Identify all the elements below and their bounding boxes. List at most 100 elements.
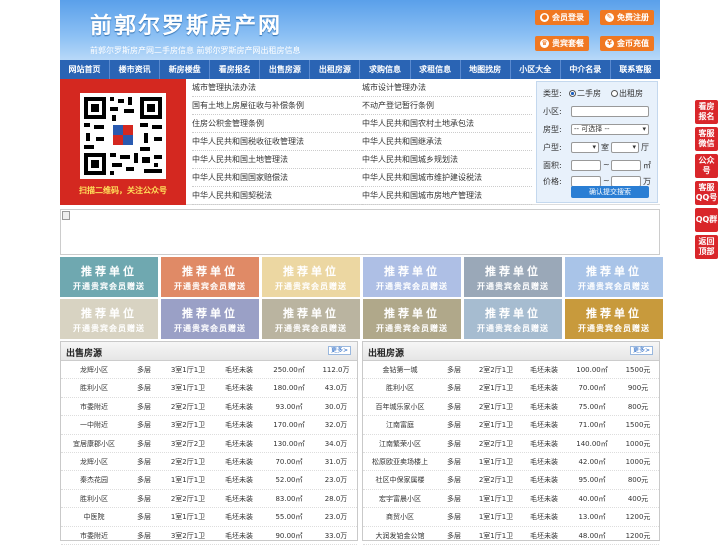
table-row[interactable]: 龙辉小区 多层 3室1厅1卫 毛坯未装 250.00㎡ 112.0万 (61, 361, 357, 380)
free-register-button[interactable]: ✎ 免费注册 (600, 10, 654, 25)
law-link[interactable]: 中华人民共和国城市房地产管理法 (362, 187, 532, 205)
table-row[interactable]: 市委附近 多层 2室2厅1卫 毛坯未装 93.00㎡ 30.0万 (61, 398, 357, 417)
nav-item[interactable]: 求购信息 (360, 60, 411, 79)
cell: 江南繁荣小区 (379, 439, 421, 448)
nav-item[interactable]: 出租房源 (310, 60, 361, 79)
recommended-unit-tile[interactable]: 推荐单位 开通贵宾会员赠送 (161, 299, 259, 339)
banner-ad[interactable] (60, 209, 660, 255)
sale-more-link[interactable]: 更多> (327, 346, 351, 355)
recommended-unit-tile[interactable]: 推荐单位 开通贵宾会员赠送 (363, 257, 461, 297)
rent-more-link[interactable]: 更多> (629, 346, 653, 355)
recommended-unit-tile[interactable]: 推荐单位 开通贵宾会员赠送 (262, 299, 360, 339)
room-select[interactable] (571, 142, 599, 153)
table-row[interactable]: 宜居康郡小区 多层 3室2厅2卫 毛坯未装 130.00㎡ 34.0万 (61, 435, 357, 453)
nav-item[interactable]: 联系客服 (611, 60, 660, 79)
table-row[interactable]: 秦杰花园 多层 1室1厅1卫 毛坯未装 52.00㎡ 23.0万 (61, 471, 357, 490)
vip-package-button[interactable]: ♛ 贵宾套餐 (535, 36, 589, 51)
nav-item[interactable]: 看房报名 (210, 60, 261, 79)
table-row[interactable]: 金钻第一城 多层 2室2厅1卫 毛坯未装 100.00㎡ 1500元 (363, 361, 659, 380)
table-row[interactable]: 市委附近 多层 3室2厅1卫 毛坯未装 90.00㎡ 33.0万 (61, 527, 357, 545)
table-row[interactable]: 一中附近 多层 3室2厅1卫 毛坯未装 170.00㎡ 32.0万 (61, 416, 357, 435)
float-button[interactable]: QQ群 (695, 208, 718, 232)
cell: 2室2厅1卫 (478, 366, 514, 374)
housetype-select[interactable]: -- 可选择 -- (571, 124, 649, 135)
recommended-unit-tile[interactable]: 推荐单位 开通贵宾会员赠送 (565, 299, 663, 339)
table-row[interactable]: 龙辉小区 多层 2室2厅1卫 毛坯未装 70.00㎡ 31.0万 (61, 453, 357, 472)
nav-item[interactable]: 小区大全 (511, 60, 561, 79)
float-button[interactable]: 看房报名 (695, 100, 718, 124)
table-row[interactable]: 百年城乐家小区 多层 2室1厅1卫 毛坯未装 75.00㎡ 800元 (363, 398, 659, 417)
radio-secondhand[interactable]: 二手房 (569, 88, 601, 99)
area-min-input[interactable] (571, 160, 601, 171)
table-row[interactable]: 松原欧亚卖场楼上 多层 1室1厅1卫 毛坯未装 42.00㎡ 1000元 (363, 453, 659, 472)
cell: 百年城乐家小区 (375, 402, 425, 411)
recommended-unit-tile[interactable]: 推荐单位 开通贵宾会员赠送 (464, 257, 562, 297)
nav-item[interactable]: 出售房源 (260, 60, 311, 79)
site-title[interactable]: 前郭尔罗斯房产网 (90, 8, 282, 40)
law-link[interactable]: 不动产登记暂行条例 (362, 97, 532, 115)
table-row[interactable]: 胜利小区 多层 3室1厅1卫 毛坯未装 180.00㎡ 43.0万 (61, 379, 357, 398)
nav-item[interactable]: 新房楼盘 (160, 60, 211, 79)
table-row[interactable]: 中医院 多层 1室1厅1卫 毛坯未装 55.00㎡ 23.0万 (61, 508, 357, 527)
table-row[interactable]: 胜利小区 多层 2室1厅1卫 毛坯未装 70.00㎡ 900元 (363, 379, 659, 398)
radio-rental[interactable]: 出租房 (611, 88, 643, 99)
law-link[interactable]: 中华人民共和国土地管理法 (192, 151, 362, 169)
nav-item[interactable]: 求租信息 (411, 60, 461, 79)
rent-panel-header: 出租房源 更多> (363, 342, 659, 361)
recommended-unit-tile[interactable]: 推荐单位 开通贵宾会员赠送 (60, 257, 158, 297)
cell: 2室1厅1卫 (478, 384, 514, 393)
law-link[interactable]: 中华人民共和国继承法 (362, 133, 532, 151)
law-list-right: 城市设计管理办法 不动产登记暂行条例 中华人民共和国农村土地承包法 中华人民共和国继承… (362, 79, 532, 205)
law-link[interactable]: 中华人民共和国国家赔偿法 (192, 169, 362, 187)
site-subtitle-links[interactable]: 前郭尔罗斯房产网二手房信息 前郭尔罗斯房产网出租房信息 (90, 45, 301, 56)
cell: 30.0万 (324, 402, 348, 411)
nav-item[interactable]: 网站首页 (60, 60, 111, 79)
tile-subtitle: 开通贵宾会员赠送 (73, 323, 145, 333)
table-row[interactable]: 宏宇富晨小区 多层 1室1厅1卫 毛坯未装 40.00㎡ 400元 (363, 490, 659, 509)
law-link[interactable]: 中华人民共和国契税法 (192, 187, 362, 205)
float-button[interactable]: 客服微信 (695, 127, 718, 151)
cell: 900元 (627, 384, 649, 393)
law-link[interactable]: 城市管理执法办法 (192, 79, 362, 97)
cell: 83.00㎡ (275, 494, 303, 503)
float-button[interactable]: 返回顶部 (695, 235, 718, 259)
member-login-button[interactable]: ● 会员登录 (535, 10, 589, 25)
table-row[interactable]: 江南繁荣小区 多层 2室2厅1卫 毛坯未装 140.00㎡ 1000元 (363, 435, 659, 453)
law-link[interactable]: 城市设计管理办法 (362, 79, 532, 97)
law-link[interactable]: 住房公积金管理条例 (192, 115, 362, 133)
float-button[interactable]: 公众号 (695, 154, 718, 178)
float-button[interactable]: 客服QQ号 (695, 181, 718, 205)
law-link[interactable]: 中华人民共和国城乡规划法 (362, 151, 532, 169)
cell: 23.0万 (324, 513, 348, 522)
cell: 毛坯未装 (530, 366, 558, 374)
recommended-unit-tile[interactable]: 推荐单位 开通贵宾会员赠送 (565, 257, 663, 297)
table-row[interactable]: 大润发铂金公馆 多层 1室1厅1卫 毛坯未装 48.00㎡ 1200元 (363, 527, 659, 545)
recommended-unit-tile[interactable]: 推荐单位 开通贵宾会员赠送 (60, 299, 158, 339)
cell: 多层 (447, 494, 461, 503)
table-row[interactable]: 社区中保家属楼 多层 2室2厅1卫 毛坯未装 95.00㎡ 800元 (363, 471, 659, 490)
table-row[interactable]: 江南富庭 多层 2室1厅1卫 毛坯未装 71.00㎡ 1500元 (363, 416, 659, 435)
search-submit-button[interactable]: 确认提交搜索 (571, 186, 649, 198)
coin-recharge-button[interactable]: ¥ 金币充值 (600, 36, 654, 51)
recommended-unit-tile[interactable]: 推荐单位 开通贵宾会员赠送 (464, 299, 562, 339)
hall-select[interactable] (611, 142, 639, 153)
law-link[interactable]: 中华人民共和国城市维护建设税法 (362, 169, 532, 187)
recommended-unit-tile[interactable]: 推荐单位 开通贵宾会员赠送 (161, 257, 259, 297)
nav-item[interactable]: 楼市资讯 (110, 60, 161, 79)
recommended-unit-tile[interactable]: 推荐单位 开通贵宾会员赠送 (363, 299, 461, 339)
nav-item[interactable]: 中介名录 (561, 60, 611, 79)
cell: 龙辉小区 (80, 457, 108, 466)
nav-item[interactable]: 地图找房 (461, 60, 511, 79)
cell: 毛坯未装 (530, 439, 558, 448)
law-link[interactable]: 中华人民共和国农村土地承包法 (362, 115, 532, 133)
cell: 多层 (137, 494, 151, 503)
law-link[interactable]: 中华人民共和国税收征收管理法 (192, 133, 362, 151)
area-label: 面积: (543, 161, 562, 170)
community-input[interactable] (571, 106, 649, 117)
table-row[interactable]: 胜利小区 多层 2室2厅1卫 毛坯未装 83.00㎡ 28.0万 (61, 490, 357, 509)
area-max-input[interactable] (611, 160, 641, 171)
recommended-unit-tile[interactable]: 推荐单位 开通贵宾会员赠送 (262, 257, 360, 297)
law-link[interactable]: 国有土地上房屋征收与补偿条例 (192, 97, 362, 115)
table-row[interactable]: 商贸小区 多层 1室1厅1卫 毛坯未装 13.00㎡ 1200元 (363, 508, 659, 527)
cell: 中医院 (83, 513, 105, 522)
